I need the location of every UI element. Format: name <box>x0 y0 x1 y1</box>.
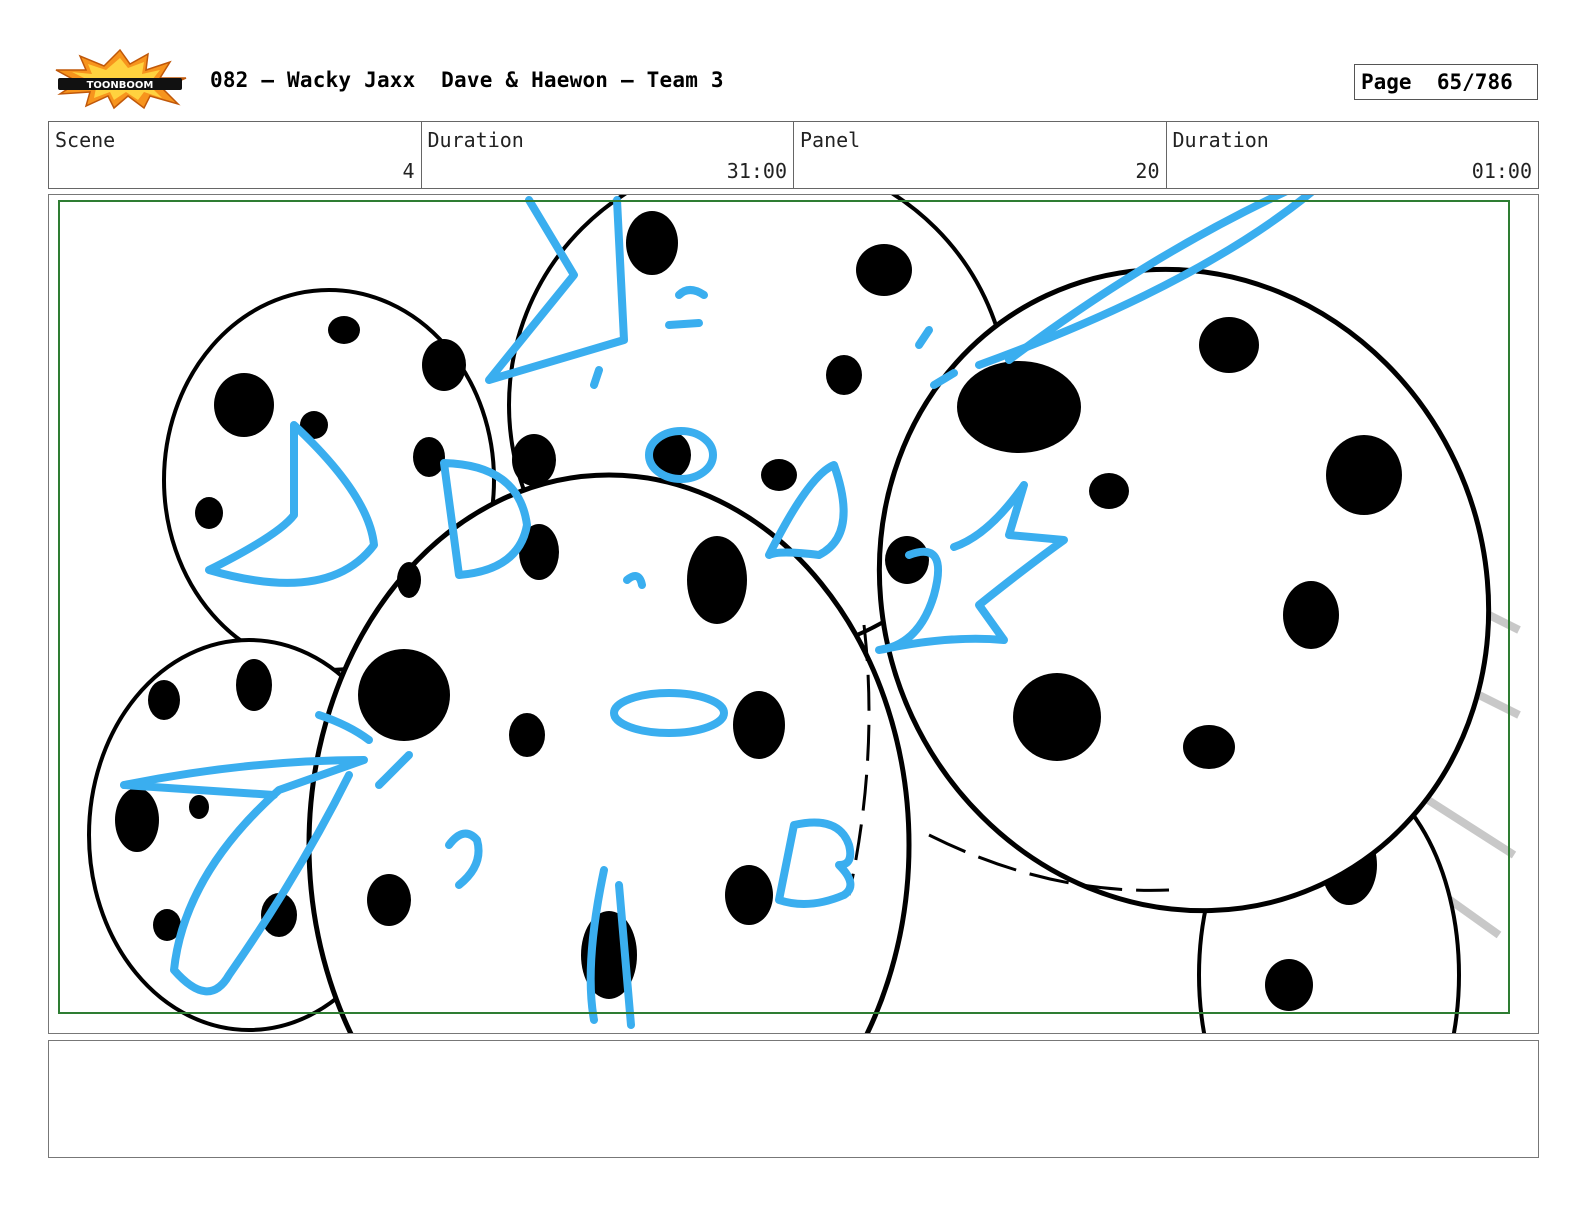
notes-box <box>48 1040 1539 1158</box>
scene-duration-cell: Duration 31:00 <box>422 122 794 188</box>
panel-drawing <box>58 195 1521 1033</box>
storyboard-panel <box>48 194 1539 1034</box>
page-number: 65/786 <box>1436 70 1513 94</box>
toonboom-logo: TOONBOOM <box>52 48 188 110</box>
page-label: Page <box>1361 70 1412 94</box>
scene-duration-value: 31:00 <box>726 159 787 183</box>
panel-info-table: Scene 4 Duration 31:00 Panel 20 Duration… <box>48 121 1539 189</box>
scene-value: 4 <box>402 159 415 183</box>
panel-value: 20 <box>1135 159 1160 183</box>
panel-label: Panel <box>800 128 861 152</box>
panel-duration-label: Duration <box>1172 128 1269 152</box>
scene-duration-label: Duration <box>427 128 524 152</box>
scene-label: Scene <box>55 128 116 152</box>
panel-cell: Panel 20 <box>794 122 1167 188</box>
storyboard-title: 082 – Wacky Jaxx Dave & Haewon – Team 3 <box>210 68 724 92</box>
panel-duration-cell: Duration 01:00 <box>1167 122 1539 188</box>
page-indicator: Page 65/786 <box>1354 64 1538 100</box>
panel-duration-value: 01:00 <box>1471 159 1532 183</box>
logo-text: TOONBOOM <box>87 80 154 91</box>
scene-cell: Scene 4 <box>49 122 422 188</box>
